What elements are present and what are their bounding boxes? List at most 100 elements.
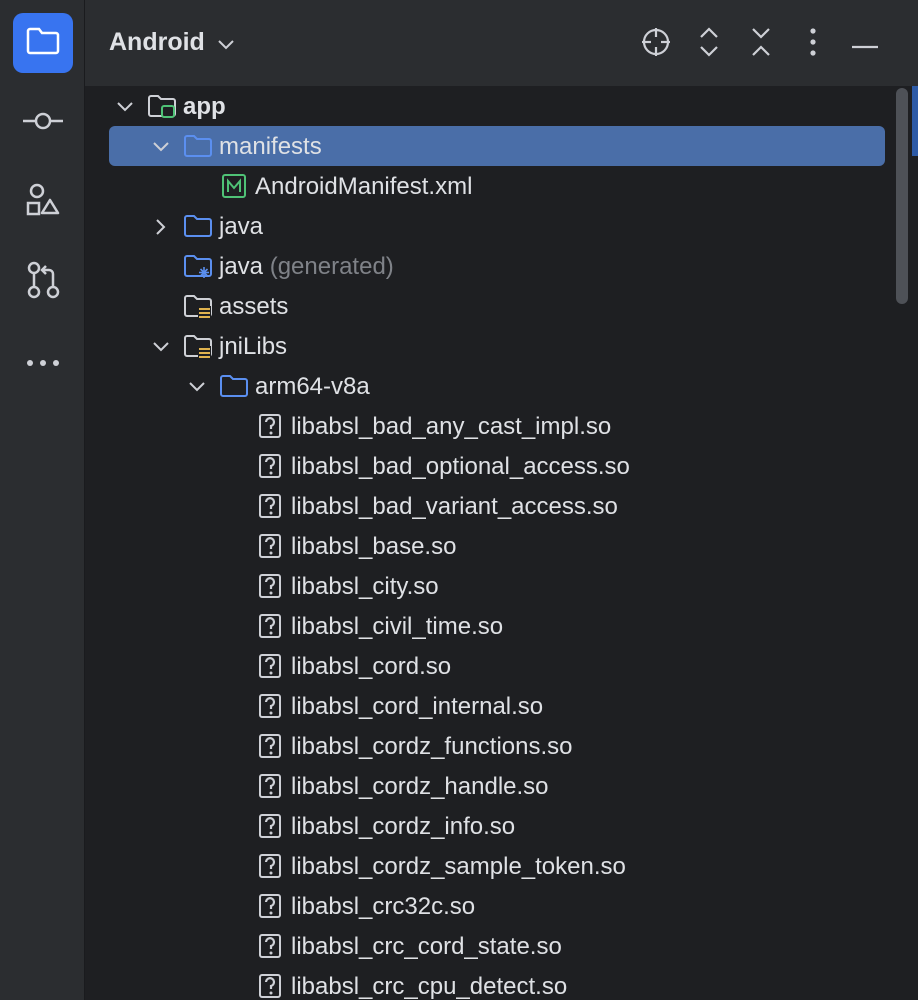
more-tools-button[interactable] bbox=[13, 332, 73, 392]
unknown-file-icon bbox=[255, 612, 285, 640]
tree-row[interactable]: libabsl_cordz_functions.so bbox=[109, 726, 885, 766]
tree-row-label: libabsl_cord_internal.so bbox=[291, 693, 543, 721]
tree-row-name: libabsl_civil_time.so bbox=[291, 613, 504, 640]
tree-row-name: libabsl_bad_any_cast_impl.so bbox=[291, 413, 612, 440]
hide-panel-button[interactable] bbox=[845, 24, 885, 64]
tree-row-label: AndroidManifest.xml bbox=[255, 173, 472, 201]
tree-row-label: libabsl_cordz_info.so bbox=[291, 813, 515, 841]
chevron-down-icon[interactable] bbox=[151, 336, 171, 356]
unknown-file-icon bbox=[255, 812, 285, 840]
chevron-down-icon[interactable] bbox=[187, 376, 207, 396]
locate-icon bbox=[640, 26, 672, 62]
collapse-all-button[interactable] bbox=[741, 24, 781, 64]
unknown-file-icon bbox=[255, 492, 285, 520]
tree-row-label: libabsl_crc_cord_state.so bbox=[291, 933, 562, 961]
tree-row[interactable]: libabsl_cordz_handle.so bbox=[109, 766, 885, 806]
tree-row-label: assets bbox=[219, 293, 288, 321]
tree-row-name: java bbox=[219, 213, 264, 240]
tree-row[interactable]: libabsl_cordz_sample_token.so bbox=[109, 846, 885, 886]
commit-tool-button[interactable] bbox=[13, 93, 73, 153]
unknown-file-icon bbox=[255, 692, 285, 720]
tree-row[interactable]: java (generated) bbox=[109, 246, 885, 286]
options-button[interactable] bbox=[793, 24, 833, 64]
tool-window-rail bbox=[0, 0, 85, 1000]
shapes-icon bbox=[25, 182, 61, 222]
pull-requests-button[interactable] bbox=[13, 252, 73, 312]
tree-row[interactable]: libabsl_cord_internal.so bbox=[109, 686, 885, 726]
chevron-right-icon[interactable] bbox=[151, 216, 171, 236]
tree-row[interactable]: libabsl_base.so bbox=[109, 526, 885, 566]
manifest-icon bbox=[219, 172, 249, 200]
tree-row-label: libabsl_bad_any_cast_impl.so bbox=[291, 413, 611, 441]
tree-row-name: libabsl_cordz_info.so bbox=[291, 813, 516, 840]
project-tool-button[interactable] bbox=[13, 13, 73, 73]
tree-row[interactable]: app bbox=[109, 86, 885, 126]
unknown-file-icon bbox=[255, 772, 285, 800]
unknown-file-icon bbox=[255, 532, 285, 560]
tree-row-label: libabsl_cord.so bbox=[291, 653, 451, 681]
tree-row[interactable]: libabsl_cordz_info.so bbox=[109, 806, 885, 846]
tree-row-label: arm64-v8a bbox=[255, 373, 370, 401]
tree-row[interactable]: arm64-v8a bbox=[109, 366, 885, 406]
pull-request-icon bbox=[25, 260, 61, 304]
tree-row[interactable]: AndroidManifest.xml bbox=[109, 166, 885, 206]
module-icon bbox=[147, 92, 177, 120]
tree-row-name: libabsl_crc_cord_state.so bbox=[291, 933, 562, 960]
tree-row-label: libabsl_cordz_sample_token.so bbox=[291, 853, 626, 881]
collapse-all-icon bbox=[749, 26, 773, 62]
tree-row-name: libabsl_cordz_handle.so bbox=[291, 773, 549, 800]
tree-row[interactable]: jniLibs bbox=[109, 326, 885, 366]
resource-folder-icon bbox=[183, 332, 213, 360]
tree-row-label: app bbox=[183, 93, 226, 121]
tree-row-name: java bbox=[219, 253, 264, 280]
view-selector[interactable]: Android bbox=[109, 28, 235, 57]
tree-row-name: libabsl_crc_cpu_detect.so bbox=[291, 973, 568, 1000]
tree-row[interactable]: libabsl_crc_cord_state.so bbox=[109, 926, 885, 966]
unknown-file-icon bbox=[255, 452, 285, 480]
tree-row[interactable]: assets bbox=[109, 286, 885, 326]
more-horizontal-icon bbox=[25, 353, 61, 372]
tree-row-name: app bbox=[183, 93, 226, 120]
tree-row-label: jniLibs bbox=[219, 333, 287, 361]
tree-row-label: libabsl_bad_variant_access.so bbox=[291, 493, 618, 521]
tree-row-suffix: (generated) bbox=[269, 253, 394, 280]
tree-row[interactable]: libabsl_crc_cpu_detect.so bbox=[109, 966, 885, 1000]
tree-row-name: libabsl_cordz_sample_token.so bbox=[291, 853, 626, 880]
unknown-file-icon bbox=[255, 972, 285, 1000]
chevron-down-icon[interactable] bbox=[151, 136, 171, 156]
locate-button[interactable] bbox=[636, 24, 676, 64]
tree-row-label: libabsl_base.so bbox=[291, 533, 456, 561]
tree-row-name: assets bbox=[219, 293, 289, 320]
tree-row-name: libabsl_city.so bbox=[291, 573, 439, 600]
tree-row-name: libabsl_cord_internal.so bbox=[291, 693, 544, 720]
scrollbar-thumb[interactable] bbox=[896, 88, 908, 304]
generated-folder-icon bbox=[183, 252, 213, 280]
tree-row[interactable]: java bbox=[109, 206, 885, 246]
unknown-file-icon bbox=[255, 732, 285, 760]
tree-row-name: libabsl_cordz_functions.so bbox=[291, 733, 573, 760]
tree-row[interactable]: libabsl_cord.so bbox=[109, 646, 885, 686]
project-panel: Android app manifests AndroidManifest.xm… bbox=[85, 0, 918, 1000]
tree-row[interactable]: manifests bbox=[109, 126, 885, 166]
expand-selected-button[interactable] bbox=[689, 24, 729, 64]
project-tree: app manifests AndroidManifest.xml java java … bbox=[85, 86, 918, 1000]
tree-row[interactable]: libabsl_bad_any_cast_impl.so bbox=[109, 406, 885, 446]
tree-row-label: java bbox=[219, 213, 263, 241]
tree-row-label: libabsl_city.so bbox=[291, 573, 439, 601]
folder-icon bbox=[25, 25, 61, 61]
tree-scrollbar[interactable] bbox=[894, 86, 908, 1000]
tree-row-label: libabsl_bad_optional_access.so bbox=[291, 453, 630, 481]
tree-row[interactable]: libabsl_bad_variant_access.so bbox=[109, 486, 885, 526]
tree-row-label: java (generated) bbox=[219, 253, 394, 281]
chevron-down-icon[interactable] bbox=[115, 96, 135, 116]
tree-row-name: libabsl_crc32c.so bbox=[291, 893, 476, 920]
resource-manager-button[interactable] bbox=[13, 172, 73, 232]
tree-row[interactable]: libabsl_civil_time.so bbox=[109, 606, 885, 646]
tree-row-name: arm64-v8a bbox=[255, 373, 370, 400]
commit-icon bbox=[21, 109, 65, 137]
tree-row[interactable]: libabsl_crc32c.so bbox=[109, 886, 885, 926]
tree-row-name: libabsl_bad_variant_access.so bbox=[291, 493, 618, 520]
tree-row[interactable]: libabsl_bad_optional_access.so bbox=[109, 446, 885, 486]
unknown-file-icon bbox=[255, 892, 285, 920]
tree-row[interactable]: libabsl_city.so bbox=[109, 566, 885, 606]
